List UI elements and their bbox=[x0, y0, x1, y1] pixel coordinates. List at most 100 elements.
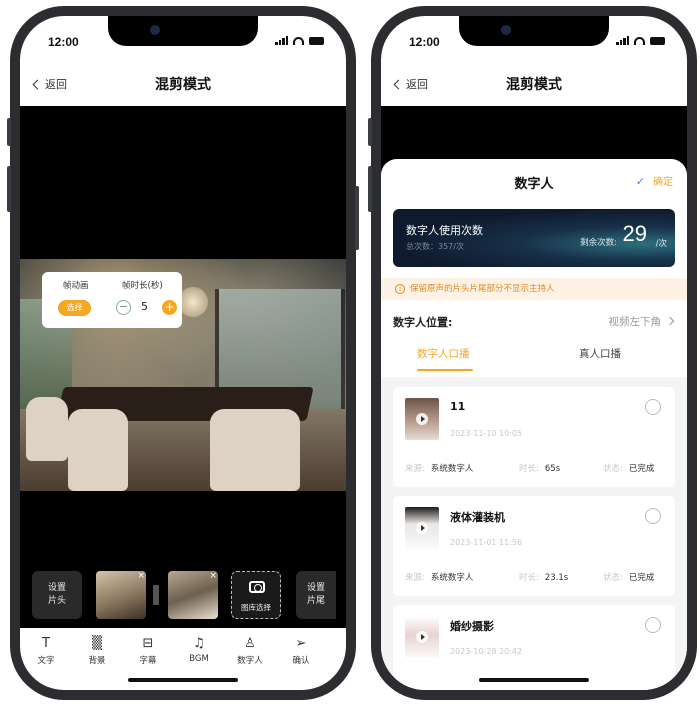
phone-frame-left: 12:00 返回 混剪模式 帧动画 帧时长(秒) 选择 − 5 + 设置 片头 … bbox=[7, 6, 359, 700]
confirm-label: 确定 bbox=[653, 177, 673, 188]
status-icons bbox=[616, 36, 665, 45]
screen-left: 12:00 返回 混剪模式 帧动画 帧时长(秒) 选择 − 5 + 设置 片头 … bbox=[20, 16, 346, 690]
screen-right: 12:00 返回 混剪模式 数字人 ✓确定 数字人使用次数 总次数：357/次 bbox=[381, 16, 687, 690]
source-value: 系统数字人 bbox=[430, 464, 474, 474]
list-item[interactable]: 11 2023-11-10 10:05 来源: 系统数字人 时长: 65s 状态: 已… bbox=[393, 387, 675, 487]
frame-settings-card: 帧动画 帧时长(秒) 选择 − 5 + bbox=[42, 272, 182, 328]
notch bbox=[108, 16, 258, 46]
page-title: 混剪模式 bbox=[506, 77, 562, 93]
tool-label: 字幕 bbox=[139, 656, 157, 666]
music-icon: ♫ bbox=[193, 636, 205, 651]
send-icon: ➢ bbox=[295, 636, 307, 651]
status-label: 状态: bbox=[603, 464, 623, 474]
item-name: 婚纱摄影 bbox=[450, 620, 494, 633]
close-icon[interactable]: × bbox=[137, 571, 145, 581]
frame-duration-label: 帧时长(秒) bbox=[122, 281, 163, 291]
tool-subtitle[interactable]: ⊟ 字幕 bbox=[126, 636, 170, 666]
tab-real-person-broadcast[interactable]: 真人口播 bbox=[579, 346, 621, 361]
avatar bbox=[405, 507, 439, 549]
position-row[interactable]: 数字人位置: 视频左下角 bbox=[393, 312, 675, 332]
clip-divider[interactable] bbox=[153, 585, 159, 605]
status-time: 12:00 bbox=[48, 35, 79, 49]
nav-bar: 返回 混剪模式 bbox=[20, 62, 346, 106]
phone-side-button bbox=[368, 118, 372, 146]
source-label: 来源: bbox=[405, 573, 425, 583]
position-label: 数字人位置: bbox=[393, 316, 453, 329]
play-icon[interactable] bbox=[416, 413, 428, 425]
page-title: 混剪模式 bbox=[155, 77, 211, 93]
avatar bbox=[405, 616, 439, 658]
set-tail-button[interactable]: 设置 片尾 bbox=[296, 571, 336, 619]
tool-label: BGM bbox=[189, 654, 209, 664]
select-animation-button[interactable]: 选择 bbox=[58, 300, 91, 316]
notice-bar: ! 保留原声的片头片尾部分不显示主持人 bbox=[381, 278, 687, 300]
digital-human-icon: ♙ bbox=[244, 636, 256, 651]
item-name: 11 bbox=[450, 400, 466, 413]
status-time: 12:00 bbox=[409, 35, 440, 49]
play-icon[interactable] bbox=[416, 522, 428, 534]
info-icon: ! bbox=[395, 283, 405, 294]
item-date: 2023-10-28 20:42 bbox=[450, 647, 523, 656]
tool-label: 数字人 bbox=[237, 656, 263, 666]
digital-human-list: 11 2023-11-10 10:05 来源: 系统数字人 时长: 65s 状态: 已… bbox=[381, 377, 687, 690]
list-item[interactable]: 液体灌装机 2023-11-01 11:56 来源: 系统数字人 时长: 23.1s… bbox=[393, 496, 675, 596]
battery-icon bbox=[309, 36, 324, 45]
check-icon: ✓ bbox=[635, 175, 645, 188]
duration-value: 65s bbox=[544, 464, 561, 474]
tab-digital-human-broadcast[interactable]: 数字人口播 bbox=[417, 346, 470, 361]
gallery-select-button[interactable]: 图库选择 bbox=[231, 571, 281, 619]
select-radio[interactable] bbox=[645, 399, 661, 415]
tool-label: 确认 bbox=[292, 656, 310, 666]
bottom-toolbar: T 文字 ▒ 背景 ⊟ 字幕 ♫ BGM ♙ 数字人 ➢ 确认 bbox=[20, 628, 346, 690]
set-head-button[interactable]: 设置 片头 bbox=[32, 571, 82, 619]
close-icon[interactable]: × bbox=[209, 571, 217, 581]
tool-bgm[interactable]: ♫ BGM bbox=[177, 636, 221, 664]
wifi-icon bbox=[293, 36, 304, 45]
avatar bbox=[405, 398, 439, 440]
play-icon[interactable] bbox=[416, 631, 428, 643]
status-value: 已完成 bbox=[628, 573, 655, 583]
usage-banner: 数字人使用次数 总次数：357/次 剩余次数: 29 /次 bbox=[393, 209, 675, 267]
tool-digital-human[interactable]: ♙ 数字人 bbox=[228, 636, 272, 666]
duration-label: 时长: bbox=[519, 464, 539, 474]
status-label: 状态: bbox=[603, 573, 623, 583]
usage-remaining-label: 剩余次数: bbox=[580, 238, 617, 248]
phone-frame-right: 12:00 返回 混剪模式 数字人 ✓确定 数字人使用次数 总次数：357/次 bbox=[368, 6, 697, 700]
status-value: 已完成 bbox=[628, 464, 655, 474]
select-radio[interactable] bbox=[645, 508, 661, 524]
tool-confirm[interactable]: ➢ 确认 bbox=[279, 636, 323, 666]
clip-thumbnail[interactable]: × bbox=[168, 571, 218, 619]
duration-value: 23.1s bbox=[544, 573, 569, 583]
confirm-button[interactable]: ✓ 确定 bbox=[636, 173, 673, 188]
tool-text[interactable]: T 文字 bbox=[24, 636, 68, 666]
usage-unit: /次 bbox=[655, 239, 667, 249]
frame-duration-value: 5 bbox=[141, 300, 148, 313]
background-icon: ▒ bbox=[92, 636, 102, 651]
signal-icon bbox=[275, 36, 288, 45]
phone-side-button bbox=[368, 166, 372, 212]
source-value: 系统数字人 bbox=[430, 573, 474, 583]
increase-duration-button[interactable]: + bbox=[162, 300, 177, 315]
decrease-duration-button[interactable]: − bbox=[116, 300, 131, 315]
clip-timeline: 设置 片头 × × 图库选择 设置 片尾 bbox=[20, 569, 346, 623]
item-date: 2023-11-01 11:56 bbox=[450, 538, 523, 547]
text-icon: T bbox=[42, 636, 50, 651]
frame-animation-label: 帧动画 bbox=[63, 281, 89, 291]
tab-underline bbox=[417, 369, 473, 371]
usage-remaining-value: 29 bbox=[622, 221, 647, 246]
notch bbox=[459, 16, 609, 46]
home-indicator[interactable] bbox=[479, 678, 589, 682]
nav-bar: 返回 混剪模式 bbox=[381, 62, 687, 106]
tool-background[interactable]: ▒ 背景 bbox=[75, 636, 119, 666]
phone-side-button bbox=[7, 166, 11, 212]
item-name: 液体灌装机 bbox=[450, 511, 505, 524]
digital-human-sheet: 数字人 ✓ 确定 数字人使用次数 总次数：357/次 剩余次数: 29 /次 ! 保… bbox=[381, 159, 687, 690]
clip-thumbnail[interactable]: × bbox=[96, 571, 146, 619]
battery-icon bbox=[650, 36, 665, 45]
phone-side-button bbox=[7, 118, 11, 146]
select-radio[interactable] bbox=[645, 617, 661, 633]
usage-total: 总次数：357/次 bbox=[406, 242, 464, 251]
item-date: 2023-11-10 10:05 bbox=[450, 429, 523, 438]
source-label: 来源: bbox=[405, 464, 425, 474]
home-indicator[interactable] bbox=[128, 678, 238, 682]
